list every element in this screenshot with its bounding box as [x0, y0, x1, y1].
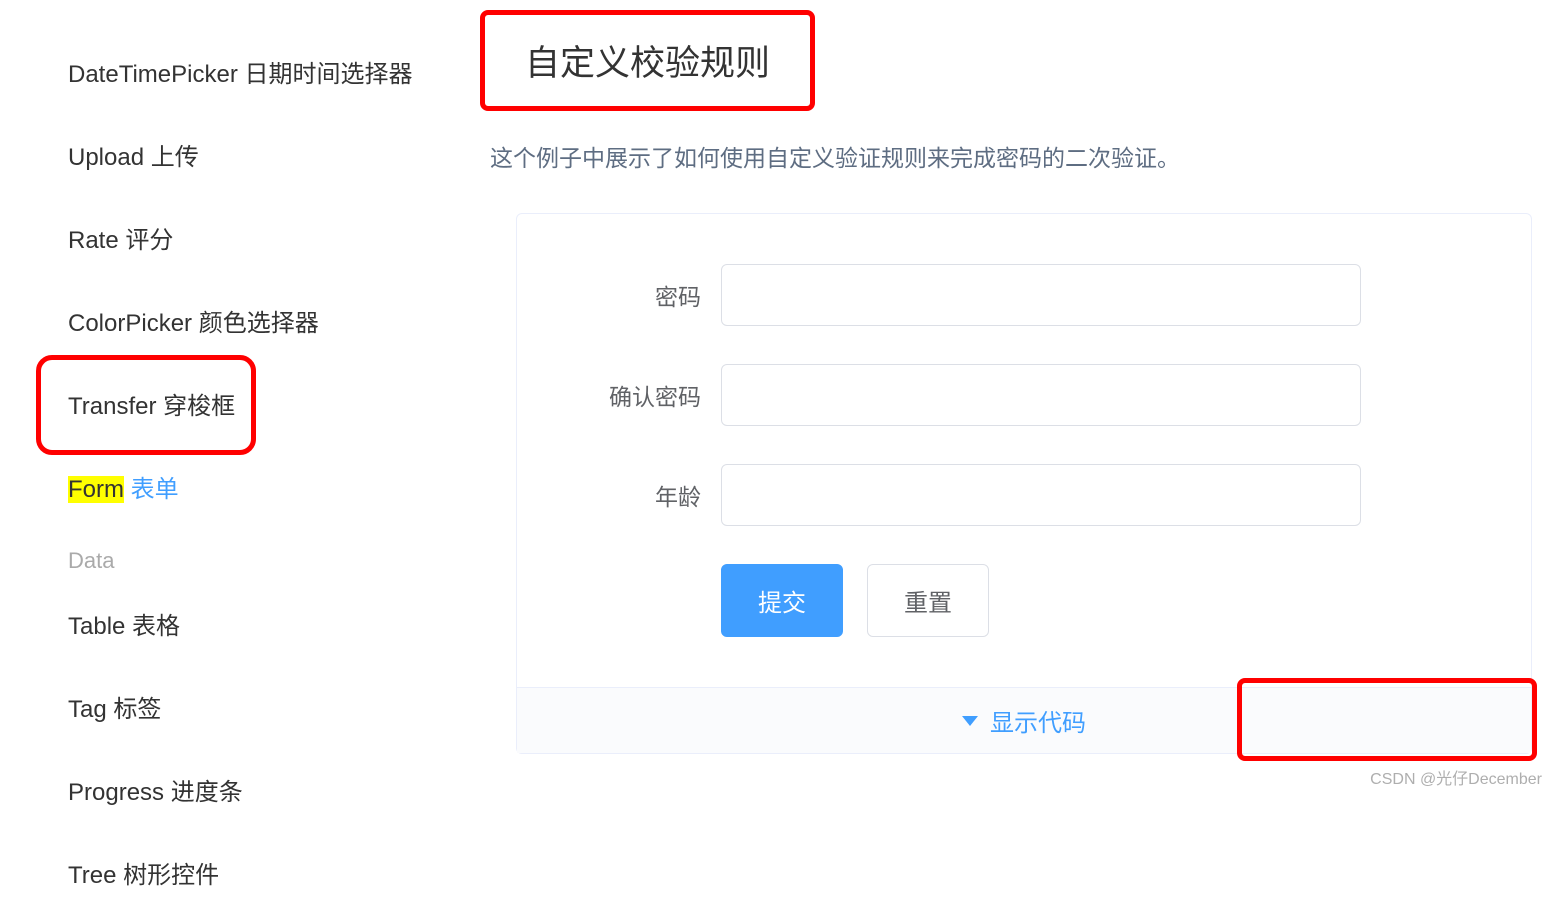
sidebar-item-colorpicker[interactable]: ColorPicker 颜色选择器: [68, 279, 460, 362]
password-label: 密码: [557, 278, 721, 312]
sidebar-item-tag[interactable]: Tag 标签: [68, 665, 460, 748]
show-code-bar[interactable]: 显示代码: [517, 687, 1531, 753]
sidebar-item-datetimepicker[interactable]: DateTimePicker 日期时间选择器: [68, 30, 460, 113]
reset-button[interactable]: 重置: [867, 564, 989, 637]
sidebar-item-form[interactable]: Form 表单: [68, 445, 460, 528]
sidebar: DateTimePicker 日期时间选择器 Upload 上传 Rate 评分…: [0, 0, 460, 795]
form-row-confirm: 确认密码: [557, 364, 1491, 426]
sidebar-item-label-suffix: 表单: [124, 476, 179, 503]
sidebar-item-progress[interactable]: Progress 进度条: [68, 748, 460, 831]
caret-down-icon: [962, 716, 978, 726]
sidebar-item-table[interactable]: Table 表格: [68, 582, 460, 665]
form-row-password: 密码: [557, 264, 1491, 326]
page-title: 自定义校验规则: [525, 35, 770, 86]
age-input[interactable]: [721, 464, 1361, 526]
page-subtitle: 这个例子中展示了如何使用自定义验证规则来完成密码的二次验证。: [490, 139, 1550, 173]
annotation-box-code: [1237, 678, 1537, 761]
sidebar-item-rate[interactable]: Rate 评分: [68, 196, 460, 279]
age-label: 年龄: [557, 478, 721, 512]
confirm-password-input[interactable]: [721, 364, 1361, 426]
form-row-age: 年龄: [557, 464, 1491, 526]
form-actions: 提交 重置: [721, 564, 1491, 637]
sidebar-item-tree[interactable]: Tree 树形控件: [68, 831, 460, 914]
confirm-password-label: 确认密码: [557, 378, 721, 412]
password-input[interactable]: [721, 264, 1361, 326]
sidebar-group-data: Data: [68, 528, 460, 582]
main-content: 自定义校验规则 这个例子中展示了如何使用自定义验证规则来完成密码的二次验证。 密…: [460, 0, 1550, 795]
show-code-label: 显示代码: [990, 703, 1086, 738]
sidebar-item-upload[interactable]: Upload 上传: [68, 113, 460, 196]
show-code-text: 显示代码: [962, 703, 1086, 738]
submit-button[interactable]: 提交: [721, 564, 843, 637]
sidebar-item-label-prefix: Form: [68, 476, 124, 503]
annotation-box-title: 自定义校验规则: [480, 10, 815, 111]
sidebar-item-transfer[interactable]: Transfer 穿梭框: [68, 362, 460, 445]
watermark: CSDN @光仔December: [1370, 765, 1542, 789]
form-card: 密码 确认密码 年龄 提交 重置 显示代码: [516, 213, 1532, 754]
